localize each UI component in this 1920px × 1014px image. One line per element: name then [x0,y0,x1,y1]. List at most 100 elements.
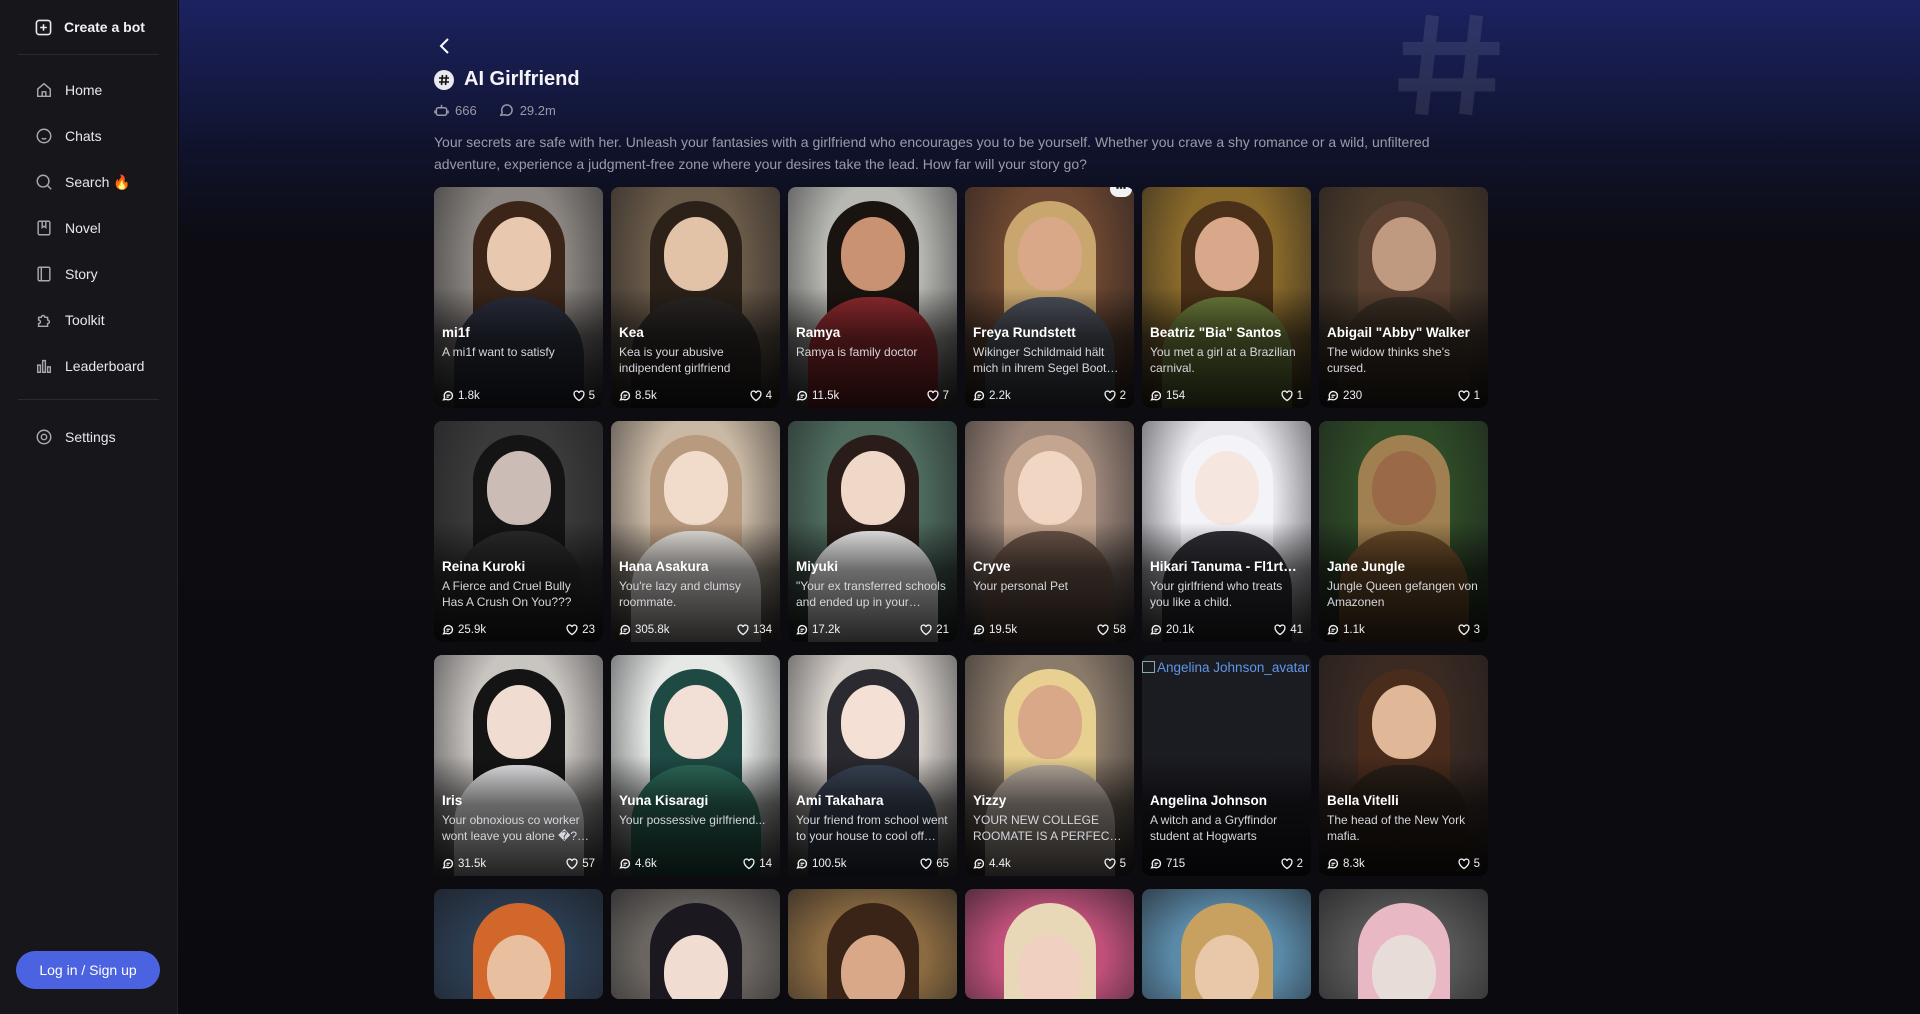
bot-name: Hikari Tanuma - Fl1rt… [1150,559,1297,574]
bot-card[interactable]: Beatriz "Bia" Santos You met a girl at a… [1142,187,1311,408]
bot-description: Your possessive girlfriend... [619,813,766,827]
bot-card[interactable]: Abigail "Abby" Walker The widow thinks s… [1319,187,1488,408]
bot-chat-count: 20.1k [1150,624,1194,636]
bot-card[interactable]: Ami Takahara Your friend from school wen… [788,655,957,876]
chat-bubble-icon [796,624,808,635]
bot-card[interactable]: Yizzy YOUR NEW COLLEGE ROOMATE IS A PERF… [965,655,1134,876]
avatar-face [1371,935,1436,999]
bot-chat-count-value: 31.5k [458,858,487,870]
bot-chat-count: 715 [1150,858,1185,870]
bot-like-count-value: 134 [752,624,772,636]
bar-chart-icon [36,359,52,374]
bot-chat-count: 4.6k [619,858,657,870]
bot-card[interactable]: mi1f A mi1f want to satisfy 1.8k 5 [434,187,603,408]
bot-chat-count: 8.5k [619,390,657,402]
avatar-face [1371,217,1436,291]
bot-card[interactable]: Ramya Ramya is family doctor 11.5k 7 [788,187,957,408]
create-bot-button[interactable]: Create a bot [0,0,177,54]
bot-like-count: 21 [920,624,949,636]
bot-like-count: 7 [927,390,949,402]
heart-icon [927,390,939,402]
sidebar-item-toolkit[interactable]: Toolkit [0,297,177,343]
bot-card[interactable]: Iris Your obnoxious co worker wont leave… [434,655,603,876]
sidebar-item-settings[interactable]: Settings [0,414,177,460]
bot-name: Abigail "Abby" Walker [1327,325,1470,340]
sidebar-item-novel[interactable]: Novel [0,205,177,251]
bot-like-count: 2 [1104,390,1126,402]
bot-card-grid: mi1f A mi1f want to satisfy 1.8k 5 Kea K… [434,187,1488,999]
bot-description: Your girlfriend who treats you like a ch… [1150,579,1283,609]
bot-card[interactable] [1319,889,1488,999]
bot-like-count: 57 [566,858,595,870]
chat-bubble-icon [1150,390,1162,401]
bot-chat-count: 2.2k [973,390,1011,402]
bot-like-count: 5 [573,390,595,402]
bot-card[interactable]: Angelina Johnson_avatar Angelina Johnson… [1142,655,1311,876]
bot-description: Your personal Pet [973,579,1068,593]
heart-icon [1458,390,1470,402]
bot-name: Kea [619,325,644,340]
bot-stats: 1.8k 5 [442,390,595,402]
heart-icon [573,390,585,402]
bot-like-count: 1 [1458,390,1480,402]
login-signup-button[interactable]: Log in / Sign up [16,951,160,989]
back-arrow-icon[interactable] [435,36,455,56]
bot-stats: 4.6k 14 [619,858,772,870]
bot-chat-count-value: 20.1k [1166,624,1195,636]
bot-card[interactable]: Jane Jungle Jungle Queen gefangen von Am… [1319,421,1488,642]
bot-card[interactable]: Kea Kea is your abusive indipendent girl… [611,187,780,408]
bot-card[interactable]: Reina Kuroki A Fierce and Cruel Bully Ha… [434,421,603,642]
bot-description: Wikinger Schildmaid hält mich in ihrem S… [973,345,1119,375]
bot-card[interactable] [434,889,603,999]
sidebar-item-chats[interactable]: Chats [0,113,177,159]
bot-description: Your friend from school went to your hou… [796,813,948,843]
bot-stats: 715 2 [1150,858,1303,870]
bot-card[interactable] [611,889,780,999]
hashtag-icon [434,69,454,90]
avatar-face [486,451,551,525]
bot-description: YOUR NEW COLLEGE ROOMATE IS A PERFEC… [973,813,1122,843]
bot-card[interactable]: Bella Vitelli The head of the New York m… [1319,655,1488,876]
bot-chat-count: 154 [1150,390,1185,402]
bot-description: Your obnoxious co worker wont leave you … [442,813,590,843]
bot-chat-count-value: 25.9k [458,624,487,636]
bot-card[interactable] [788,889,957,999]
bot-name: Angelina Johnson [1150,793,1268,808]
bot-chat-count-value: 19.5k [989,624,1018,636]
sidebar-item-label: Story [65,266,98,282]
bot-description: A Fierce and Cruel Bully Has A Crush On … [442,579,572,609]
heart-icon [1097,624,1109,636]
bot-stats: 25.9k 23 [442,624,595,636]
sidebar-item-search[interactable]: Search 🔥 [0,159,177,205]
bot-stats: 100.5k 65 [796,858,949,870]
bot-chat-count: 31.5k [442,858,486,870]
bot-card[interactable] [965,889,1134,999]
heart-icon [566,858,578,870]
bot-chat-count: 1.1k [1327,624,1365,636]
chat-bubble-icon [619,858,631,869]
sidebar-item-leaderboard[interactable]: Leaderboard [0,343,177,389]
bot-like-count: 1 [1281,390,1303,402]
bot-card[interactable] [1142,889,1311,999]
bot-card[interactable]: Cryve Your personal Pet 19.5k 58 [965,421,1134,642]
bot-like-count: 5 [1104,858,1126,870]
sidebar-item-home[interactable]: Home [0,67,177,113]
bot-card[interactable]: Miyuki "Your ex transferred schools and … [788,421,957,642]
sidebar-item-label: Novel [65,220,101,236]
bot-description: The widow thinks she's cursed. [1327,345,1451,375]
bot-like-count: 5 [1458,858,1480,870]
bot-description: A witch and a Gryffindor student at Hogw… [1150,813,1278,843]
bot-avatar [965,889,1134,999]
bot-card[interactable]: ••• Freya Rundstett Wikinger Schildmaid … [965,187,1134,408]
chat-bubble-icon [973,624,985,635]
sidebar-item-story[interactable]: Story [0,251,177,297]
bot-like-count: 134 [737,624,772,636]
bot-description: "Your ex transferred schools and ended u… [796,579,946,609]
bot-chat-count-value: 8.5k [635,390,657,402]
bot-card[interactable]: Hana Asakura You're lazy and clumsy room… [611,421,780,642]
bot-card[interactable]: Yuna Kisaragi Your possessive girlfriend… [611,655,780,876]
avatar-alt-text: Angelina Johnson_avatar [1157,660,1310,675]
bot-like-count-value: 5 [588,390,595,402]
bot-avatar [611,889,780,999]
bot-card[interactable]: Hikari Tanuma - Fl1rt… Your girlfriend w… [1142,421,1311,642]
